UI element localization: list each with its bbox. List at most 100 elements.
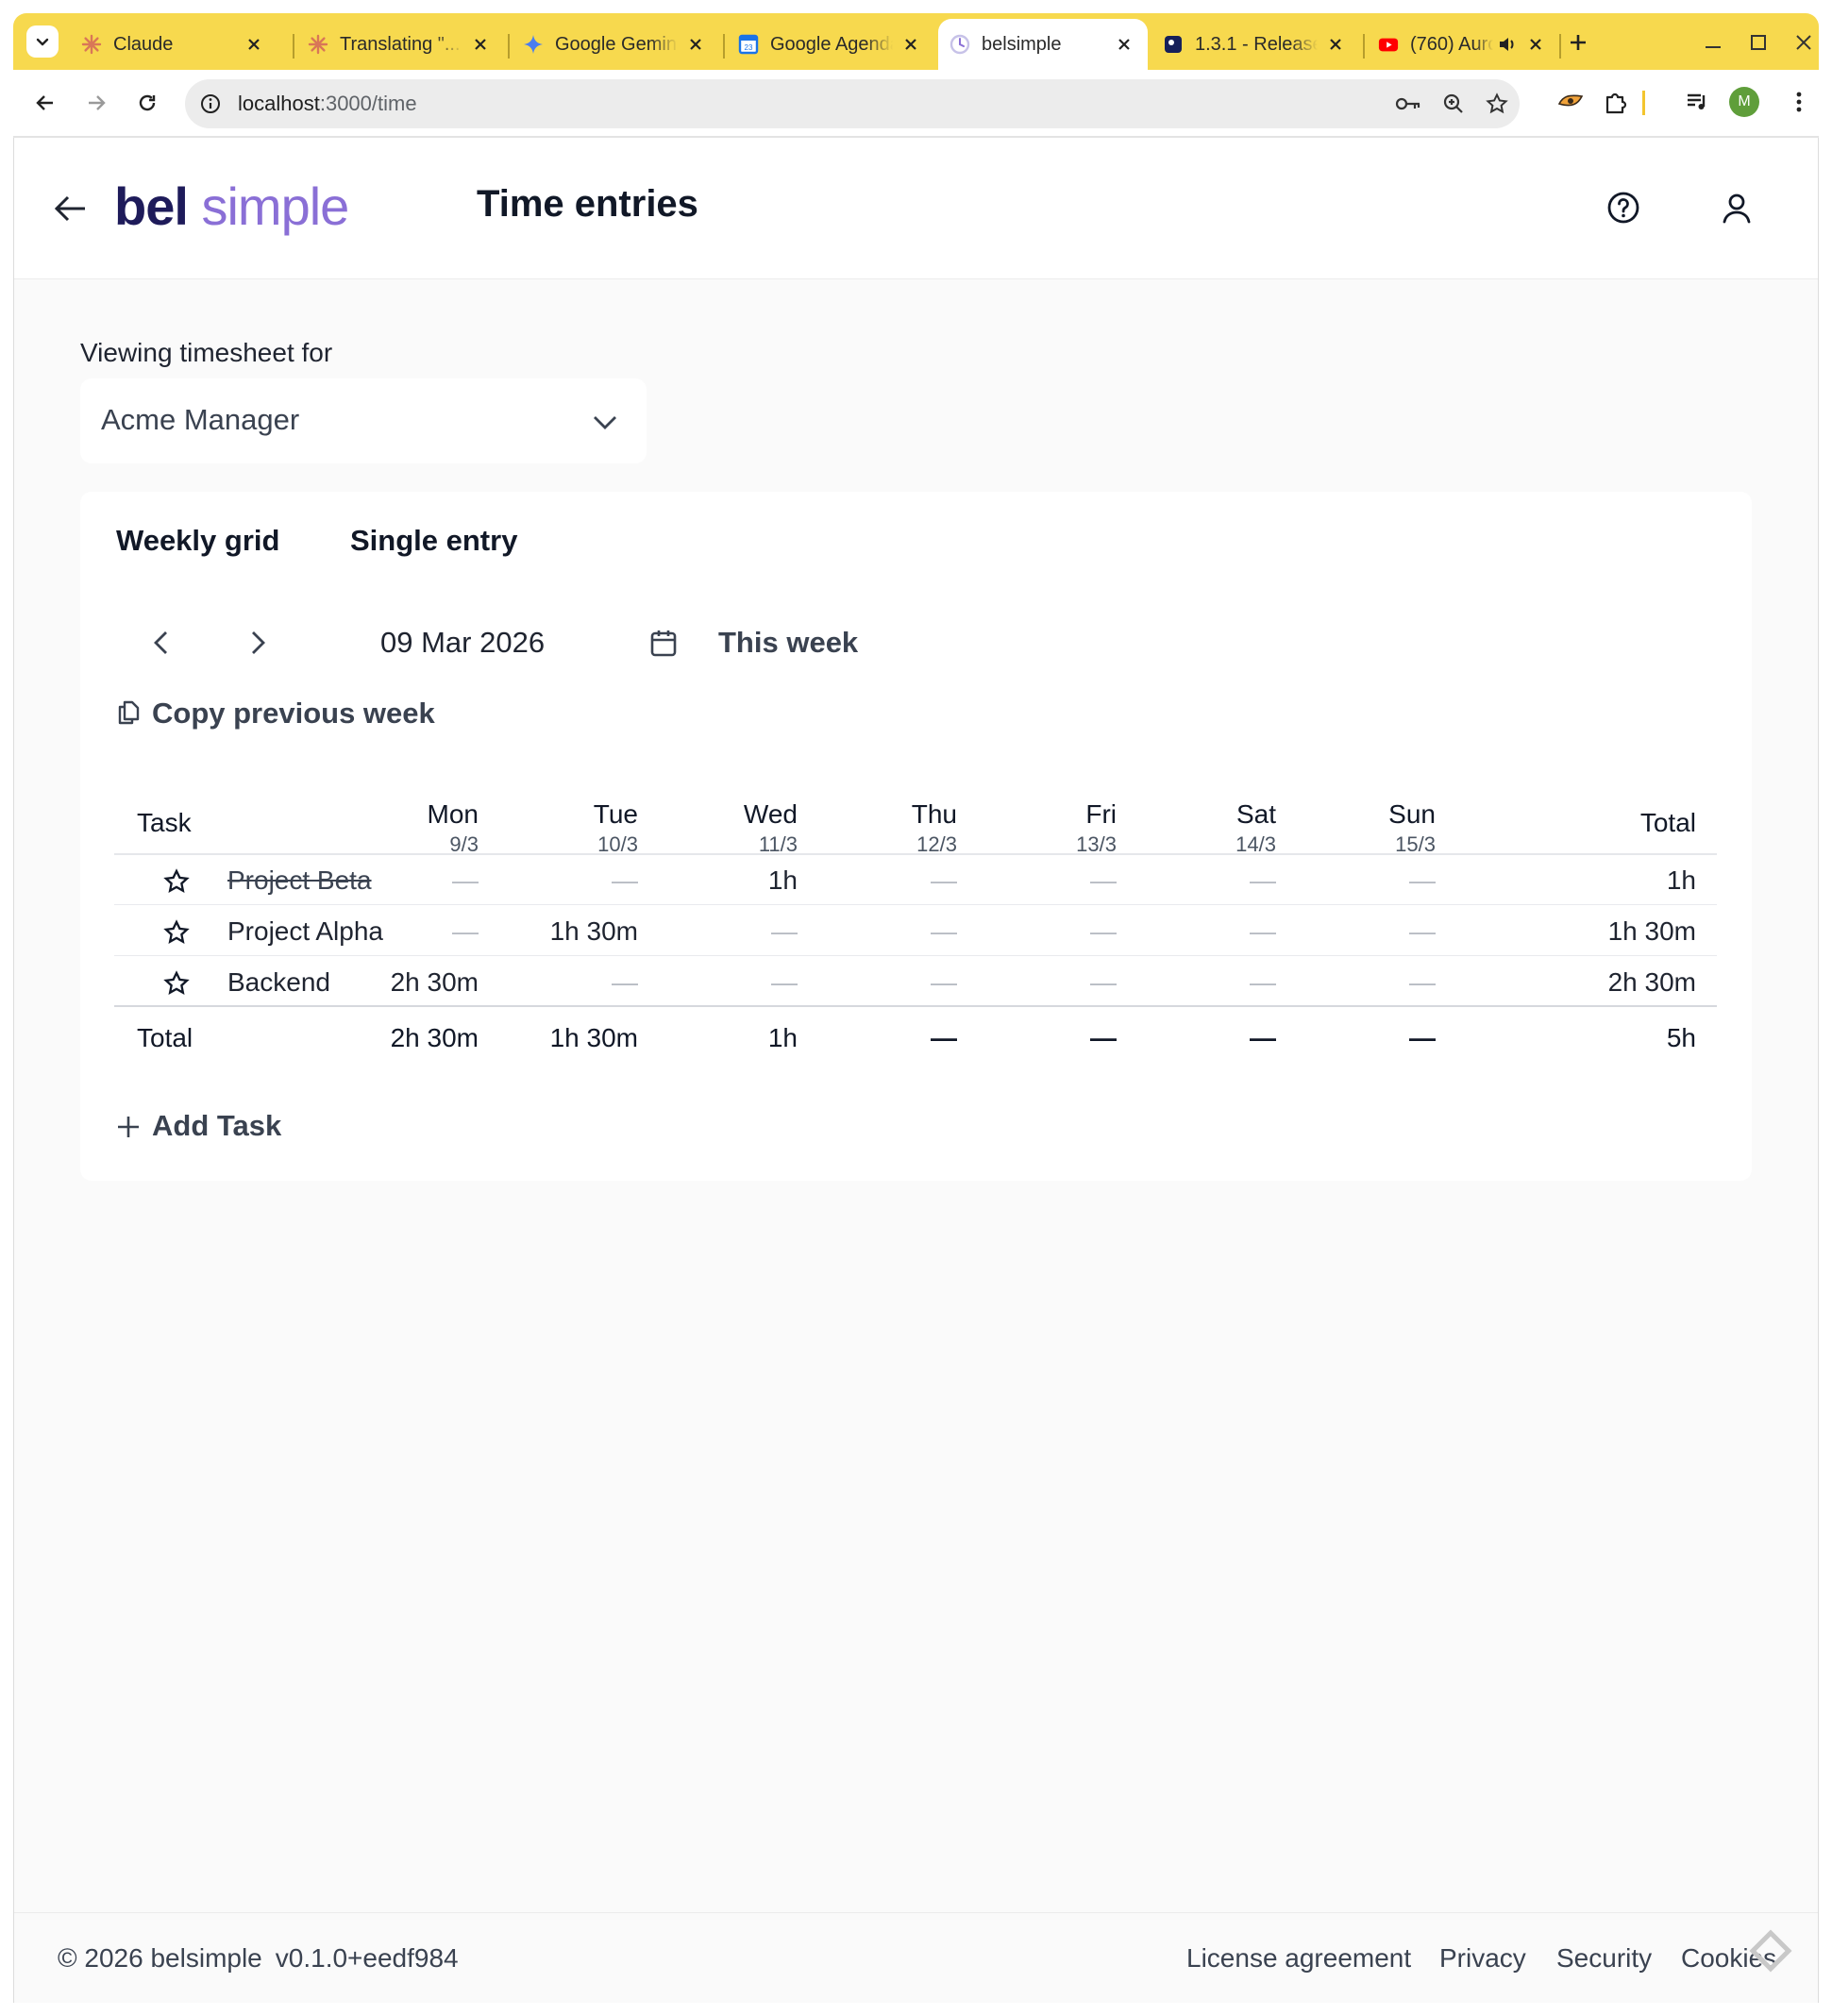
minimize-button[interactable] bbox=[1699, 28, 1727, 57]
task-row: Backend 2h 30m — — — — — — 2h 30m bbox=[114, 957, 1717, 1007]
day-header-sat: Sat 14/3 bbox=[1235, 798, 1276, 859]
tab-search-button[interactable] bbox=[26, 25, 59, 58]
time-cell[interactable]: — bbox=[612, 865, 638, 896]
version-text: v0.1.0+eedf984 bbox=[275, 1943, 459, 1973]
time-cell[interactable]: — bbox=[1090, 916, 1117, 947]
license-link[interactable]: License agreement bbox=[1186, 1943, 1411, 1974]
help-button[interactable] bbox=[1603, 187, 1644, 228]
time-cell[interactable]: 2h 30m bbox=[391, 967, 479, 998]
time-cell[interactable]: — bbox=[931, 865, 957, 896]
tab-separator bbox=[293, 34, 294, 59]
close-icon[interactable] bbox=[470, 34, 491, 55]
time-cell[interactable]: — bbox=[1250, 865, 1276, 896]
next-week-button[interactable] bbox=[239, 624, 277, 662]
tab-title: 1.3.1 - Release bbox=[1195, 33, 1318, 55]
time-cell[interactable]: — bbox=[771, 967, 798, 998]
time-cell[interactable]: — bbox=[1090, 967, 1117, 998]
browser-tab-belsimple[interactable]: belsimple bbox=[938, 19, 1148, 70]
time-cell[interactable]: — bbox=[771, 916, 798, 947]
browser-tab-gemini[interactable]: Google Gemini bbox=[512, 19, 719, 70]
close-icon[interactable] bbox=[900, 34, 921, 55]
close-icon[interactable] bbox=[244, 34, 264, 55]
app-logo[interactable]: bel simple bbox=[114, 176, 349, 238]
previous-week-button[interactable] bbox=[143, 624, 180, 662]
plus-icon[interactable] bbox=[114, 1113, 143, 1141]
browser-tab-translating[interactable]: Translating "... bbox=[296, 19, 504, 70]
belsimple-favicon bbox=[950, 34, 970, 55]
day-name: Sun bbox=[1388, 799, 1436, 829]
chevron-down-icon bbox=[594, 416, 616, 429]
security-link[interactable]: Security bbox=[1556, 1943, 1652, 1974]
time-cell[interactable]: — bbox=[931, 916, 957, 947]
copy-icon[interactable] bbox=[114, 698, 143, 727]
extensions-puzzle-icon[interactable] bbox=[1601, 87, 1631, 117]
browser-tab-release[interactable]: 1.3.1 - Release bbox=[1151, 19, 1359, 70]
time-cell[interactable]: 1h bbox=[768, 865, 798, 896]
time-cell[interactable]: — bbox=[1409, 916, 1436, 947]
close-icon[interactable] bbox=[1114, 34, 1134, 55]
arrow-left-icon bbox=[36, 95, 53, 110]
svg-text:23: 23 bbox=[745, 43, 753, 52]
user-select[interactable]: Acme Manager bbox=[80, 378, 647, 463]
time-cell[interactable]: — bbox=[931, 967, 957, 998]
time-cell[interactable]: 1h 30m bbox=[550, 916, 638, 947]
calendar-button[interactable] bbox=[645, 624, 682, 662]
url-text[interactable]: localhost:3000/time bbox=[238, 92, 417, 116]
time-cell[interactable]: — bbox=[1090, 865, 1117, 896]
logo-bel: bel bbox=[114, 176, 189, 236]
floating-widget-icon[interactable] bbox=[1749, 1929, 1792, 1973]
browser-tab-claude[interactable]: Claude bbox=[70, 19, 277, 70]
new-tab-button[interactable] bbox=[1565, 29, 1591, 56]
task-name[interactable]: Project Beta bbox=[227, 865, 372, 896]
tab-single-entry[interactable]: Single entry bbox=[350, 524, 517, 558]
copy-previous-week-button[interactable]: Copy previous week bbox=[152, 697, 435, 731]
address-bar[interactable]: localhost:3000/time bbox=[185, 79, 1520, 128]
browser-tab-agenda[interactable]: 23 Google Agenda bbox=[727, 19, 934, 70]
time-cell[interactable]: — bbox=[1409, 865, 1436, 896]
kebab-menu-icon[interactable] bbox=[1784, 87, 1814, 117]
bookmark-star-icon[interactable] bbox=[1484, 91, 1510, 117]
extension-lens-icon[interactable] bbox=[1555, 87, 1586, 117]
this-week-button[interactable]: This week bbox=[718, 626, 858, 660]
day-total: — bbox=[931, 1023, 957, 1052]
app-header: bel simple Time entries bbox=[14, 138, 1818, 279]
time-cell[interactable]: — bbox=[1250, 967, 1276, 998]
favorite-star-icon[interactable] bbox=[161, 968, 192, 999]
day-header-tue: Tue 10/3 bbox=[594, 798, 638, 859]
time-cell[interactable]: — bbox=[1250, 916, 1276, 947]
browser-tab-youtube[interactable]: (760) Aurora bbox=[1367, 19, 1559, 70]
time-cell[interactable]: — bbox=[452, 865, 479, 896]
close-icon[interactable] bbox=[685, 34, 706, 55]
back-button[interactable] bbox=[28, 86, 62, 120]
speaker-icon[interactable] bbox=[1497, 34, 1518, 55]
time-cell[interactable]: — bbox=[452, 916, 479, 947]
close-icon[interactable] bbox=[1525, 34, 1546, 55]
logo-simple: simple bbox=[201, 176, 349, 236]
favorite-star-icon[interactable] bbox=[161, 917, 192, 948]
zoom-icon[interactable] bbox=[1440, 91, 1467, 117]
totals-row: Total 2h 30m 1h 30m 1h — — — — 5h bbox=[114, 1008, 1717, 1065]
media-controls-icon[interactable] bbox=[1682, 87, 1712, 117]
timesheet-card: Weekly grid Single entry 09 Mar 2026 Thi… bbox=[80, 492, 1752, 1181]
day-name: Tue bbox=[593, 799, 638, 829]
maximize-button[interactable] bbox=[1744, 28, 1773, 57]
time-cell[interactable]: — bbox=[1409, 967, 1436, 998]
tab-weekly-grid[interactable]: Weekly grid bbox=[116, 524, 279, 558]
reload-button[interactable] bbox=[130, 86, 164, 120]
favorite-star-icon[interactable] bbox=[161, 866, 192, 897]
task-name[interactable]: Backend bbox=[227, 967, 330, 998]
privacy-link[interactable]: Privacy bbox=[1439, 1943, 1526, 1974]
day-total: 1h bbox=[767, 1023, 798, 1052]
profile-avatar[interactable]: M bbox=[1729, 87, 1759, 117]
forward-button[interactable] bbox=[79, 86, 113, 120]
tab-title: belsimple bbox=[982, 33, 1062, 55]
task-name[interactable]: Project Alpha bbox=[227, 916, 383, 947]
site-info-icon[interactable] bbox=[198, 92, 223, 116]
close-window-button[interactable] bbox=[1790, 28, 1818, 57]
add-task-button[interactable]: Add Task bbox=[152, 1109, 281, 1143]
password-key-icon[interactable] bbox=[1395, 91, 1421, 117]
time-cell[interactable]: — bbox=[612, 967, 638, 998]
close-icon[interactable] bbox=[1325, 34, 1346, 55]
back-button[interactable] bbox=[52, 190, 90, 227]
account-button[interactable] bbox=[1716, 187, 1757, 228]
